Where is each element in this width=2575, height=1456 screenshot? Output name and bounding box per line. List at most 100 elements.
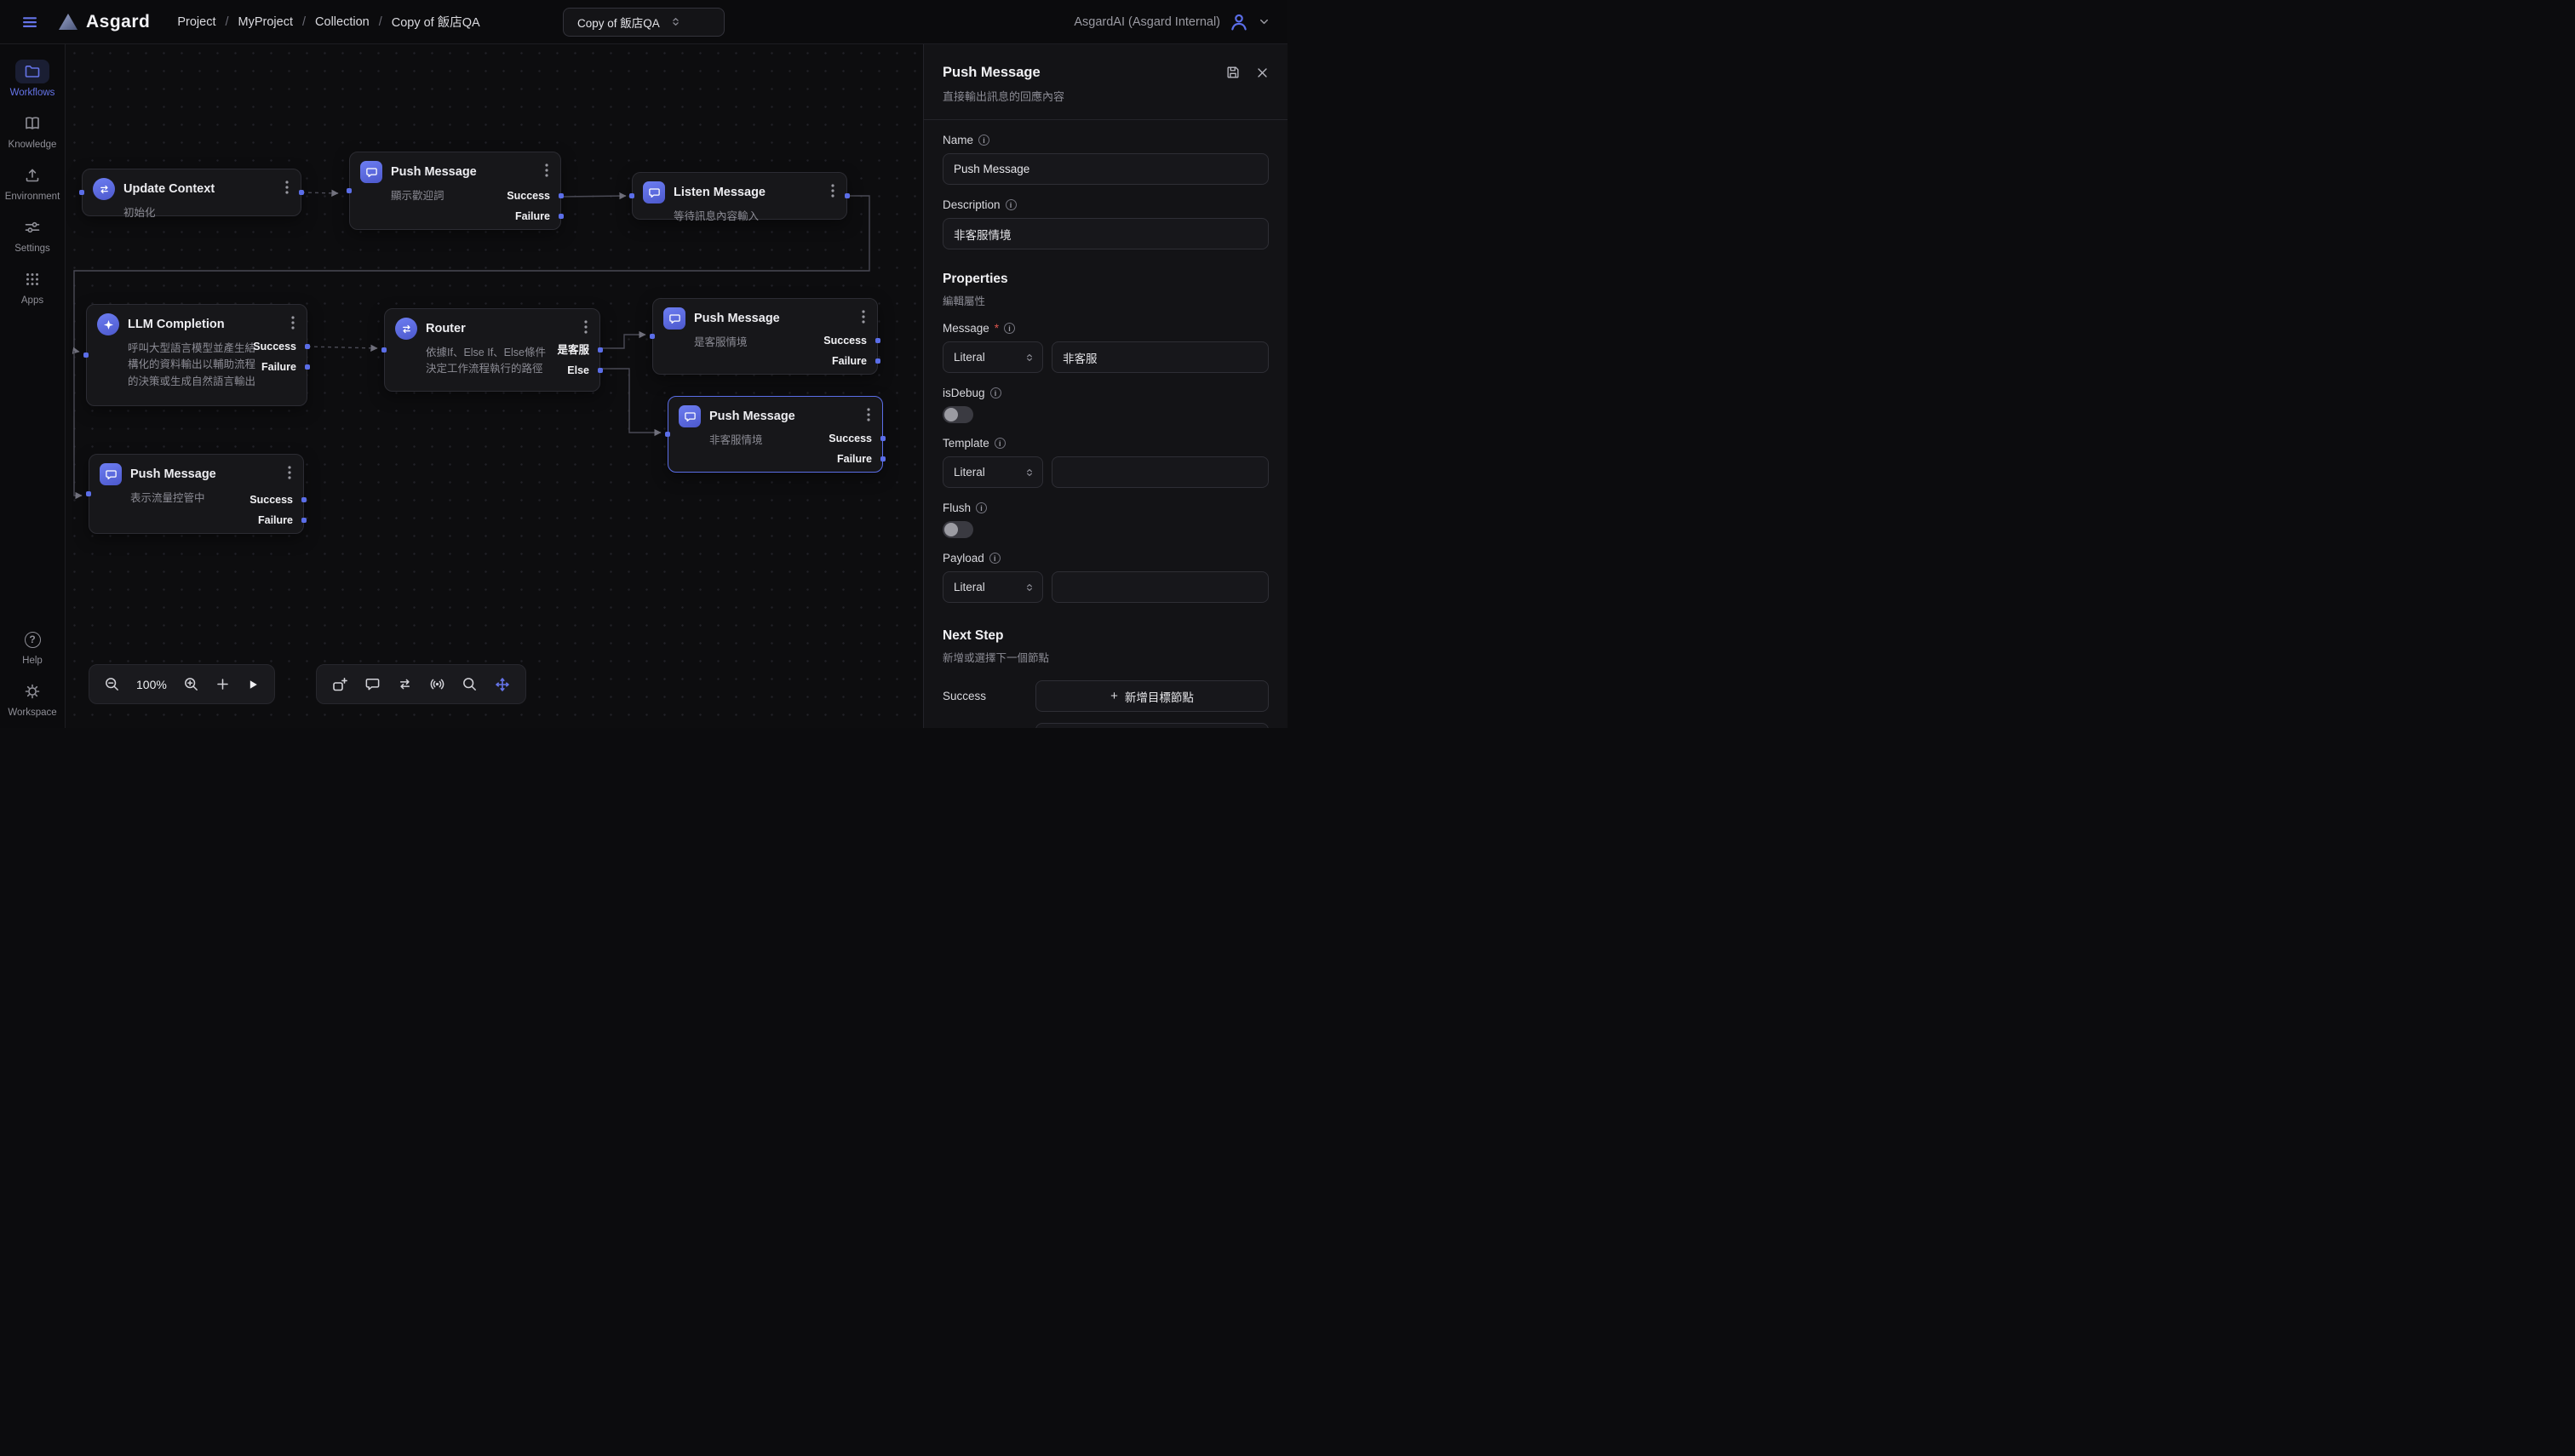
workflow-selector[interactable]: Copy of 飯店QA [563, 8, 725, 37]
sliders-icon [15, 215, 49, 239]
move-icon[interactable] [494, 676, 511, 693]
node-llm-completion[interactable]: LLM Completion 呼叫大型語言模型並產生結構化的資料輸出以輔助流程的… [86, 304, 307, 406]
sidebar-item-settings[interactable]: Settings [14, 215, 50, 254]
output-port[interactable] [301, 518, 307, 523]
input-port[interactable] [665, 432, 670, 437]
node-push-message-ratelimit[interactable]: Push Message 表示流量控管中 Success Failure [89, 454, 304, 534]
input-port[interactable] [83, 353, 89, 358]
output-port[interactable] [598, 347, 603, 353]
output-success[interactable]: Success [829, 431, 872, 446]
plus-icon[interactable] [215, 677, 230, 691]
next-step-heading: Next Step [943, 628, 1269, 644]
zoom-out-icon[interactable] [104, 676, 120, 692]
topbar: Asgard Project / MyProject / Collection … [0, 0, 1288, 44]
output-failure[interactable]: Failure [261, 359, 296, 375]
user-avatar-icon[interactable] [1229, 12, 1249, 32]
node-router[interactable]: Router 依據If、Else If、Else條件決定工作流程執行的路徑 是客… [384, 308, 600, 392]
add-target-node-button[interactable]: + 新增目標節點 [1035, 723, 1269, 728]
kebab-menu-icon[interactable] [543, 163, 550, 181]
output-port[interactable] [559, 214, 564, 219]
search-icon[interactable] [462, 676, 478, 692]
breadcrumb-project[interactable]: Project [177, 15, 215, 29]
broadcast-icon[interactable] [429, 676, 445, 692]
kebab-menu-icon[interactable] [865, 408, 872, 426]
output-port[interactable] [305, 364, 310, 370]
output-port[interactable] [875, 358, 880, 364]
input-port[interactable] [629, 193, 634, 198]
output-port[interactable] [305, 344, 310, 349]
output-failure[interactable]: Failure [837, 451, 872, 467]
close-icon[interactable] [1256, 66, 1269, 79]
breadcrumb-workflow[interactable]: Copy of 飯店QA [392, 13, 480, 31]
output-port[interactable] [299, 190, 304, 195]
hamburger-menu-icon[interactable] [17, 9, 43, 35]
output-port[interactable] [559, 193, 564, 198]
sidebar-item-apps[interactable]: Apps [15, 267, 49, 306]
flush-toggle[interactable] [943, 521, 973, 538]
sidebar-item-knowledge[interactable]: Knowledge [9, 112, 57, 150]
template-type-select[interactable]: Literal [943, 456, 1043, 488]
workflow-canvas[interactable]: Update Context 初始化 Push Message [66, 44, 923, 728]
output-is-customer[interactable]: 是客服 [557, 342, 589, 358]
node-update-context[interactable]: Update Context 初始化 [82, 169, 301, 216]
breadcrumb-myproject[interactable]: MyProject [238, 15, 293, 29]
input-port[interactable] [650, 334, 655, 339]
node-listen-message[interactable]: Listen Message 等待訊息內容輸入 [632, 172, 847, 220]
node-toolbar [316, 664, 526, 704]
output-port[interactable] [845, 193, 850, 198]
output-port[interactable] [880, 456, 886, 461]
template-value-input[interactable] [1052, 456, 1269, 488]
breadcrumb-collection[interactable]: Collection [315, 15, 370, 29]
payload-value-input[interactable] [1052, 571, 1269, 603]
divider [924, 119, 1288, 120]
play-icon[interactable] [246, 678, 260, 691]
input-port[interactable] [86, 491, 91, 496]
sidebar-item-workflows[interactable]: Workflows [10, 60, 55, 98]
swap-arrows-icon[interactable] [397, 676, 413, 692]
input-port[interactable] [381, 347, 387, 353]
kebab-menu-icon[interactable] [582, 320, 589, 338]
kebab-menu-icon[interactable] [829, 184, 836, 202]
kebab-menu-icon[interactable] [284, 181, 290, 198]
chevron-down-icon[interactable] [1258, 15, 1270, 28]
output-else[interactable]: Else [567, 363, 589, 378]
node-push-message-welcome[interactable]: Push Message 顯示歡迎詞 Success Failure [349, 152, 561, 230]
sidebar: Workflows Knowledge Environment Settings [0, 44, 66, 728]
chat-bubble-icon [100, 463, 122, 485]
payload-type-select[interactable]: Literal [943, 571, 1043, 603]
name-input[interactable] [943, 153, 1269, 185]
add-target-node-button[interactable]: + 新增目標節點 [1035, 680, 1269, 712]
node-push-message-noncustomer[interactable]: Push Message 非客服情境 Success Failure [668, 396, 883, 473]
output-port[interactable] [880, 436, 886, 441]
output-failure[interactable]: Failure [515, 209, 550, 224]
sidebar-item-help[interactable]: ? Help [15, 628, 49, 666]
kebab-menu-icon[interactable] [860, 310, 867, 328]
sidebar-item-environment[interactable]: Environment [5, 163, 60, 202]
topbar-right: AsgardAI (Asgard Internal) [1074, 12, 1270, 32]
output-port[interactable] [301, 497, 307, 502]
kebab-menu-icon[interactable] [290, 316, 296, 334]
output-port[interactable] [598, 368, 603, 373]
chat-bubble-icon[interactable] [364, 676, 381, 692]
input-port[interactable] [347, 188, 352, 193]
output-success[interactable]: Success [823, 333, 867, 348]
sidebar-item-workspace[interactable]: Workspace [8, 679, 56, 718]
output-success[interactable]: Success [253, 339, 296, 354]
input-port[interactable] [79, 190, 84, 195]
output-success[interactable]: Success [507, 188, 550, 203]
add-node-icon[interactable] [331, 676, 348, 693]
message-type-select[interactable]: Literal [943, 341, 1043, 373]
kebab-menu-icon[interactable] [286, 466, 293, 484]
message-value-input[interactable] [1052, 341, 1269, 373]
output-success[interactable]: Success [249, 492, 293, 507]
output-failure[interactable]: Failure [258, 513, 293, 528]
sidebar-bottom: ? Help Workspace [8, 628, 56, 718]
isdebug-toggle[interactable] [943, 406, 973, 423]
brand[interactable]: Asgard [58, 12, 150, 32]
description-input[interactable] [943, 218, 1269, 249]
output-failure[interactable]: Failure [832, 353, 867, 369]
zoom-in-icon[interactable] [183, 676, 199, 692]
save-icon[interactable] [1225, 65, 1241, 80]
output-port[interactable] [875, 338, 880, 343]
node-push-message-customer[interactable]: Push Message 是客服情境 Success Failure [652, 298, 878, 375]
